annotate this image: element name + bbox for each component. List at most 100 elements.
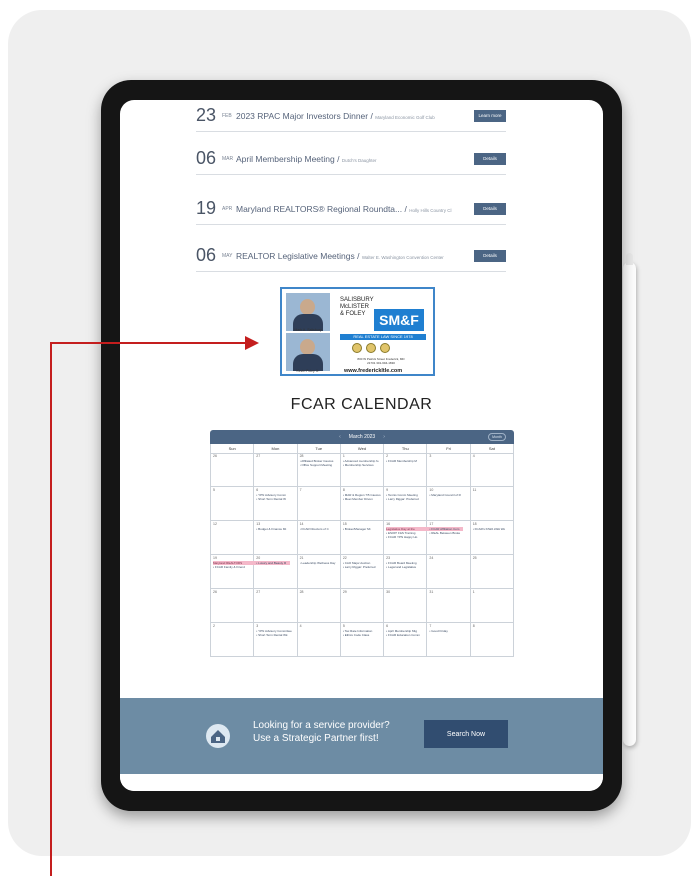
- calendar-day-number: 24: [429, 556, 434, 560]
- calendar-event[interactable]: • Luxury and Beauty R: [256, 561, 294, 565]
- calendar-day-cell[interactable]: 27: [254, 589, 298, 623]
- calendar-event[interactable]: • Meet Member Driven: [343, 497, 381, 501]
- event-title[interactable]: Maryland REALTORS® Regional Roundta... /…: [236, 204, 474, 214]
- calendar-day-cell[interactable]: 28: [297, 589, 341, 623]
- calendar-day-number: 1: [472, 590, 475, 594]
- prev-month-button[interactable]: ‹: [339, 434, 341, 440]
- calendar-day-cell[interactable]: 2 • FCAR Membership M: [384, 453, 428, 487]
- calendar-event[interactable]: • FCAR Family & Friend: [213, 565, 251, 569]
- calendar-day-cell[interactable]: 11: [470, 487, 514, 521]
- calendar-day-cell[interactable]: 7: [297, 487, 341, 521]
- calendar-day-cell[interactable]: 7 • Good Friday: [427, 623, 471, 657]
- calendar-day-cell[interactable]: 4: [297, 623, 341, 657]
- calendar-day-cell[interactable]: 19 Maryland REALTORS • FCAR Family & Frien…: [211, 555, 290, 589]
- calendar-day-cell[interactable]: 26: [211, 589, 255, 623]
- photo-face: [300, 299, 315, 315]
- calendar-day-number: 30: [386, 590, 391, 594]
- event-row[interactable]: 06 MAR April Membership Meeting / Dutch'…: [196, 143, 506, 175]
- calendar-event[interactable]: • Short Term Rental W: [256, 497, 294, 501]
- event-month: APR: [222, 205, 233, 212]
- calendar-event[interactable]: • FCAR YPN Happy Ho: [386, 535, 424, 539]
- calendar-event[interactable]: • Broker/Manager Mt: [343, 527, 381, 531]
- calendar-day-cell[interactable]: 3 • YPN Advisory Committee • Short Term Re…: [254, 623, 298, 657]
- calendar-event[interactable]: • Good Friday: [429, 629, 467, 633]
- event-row[interactable]: 19 APR Maryland REALTORS® Regional Round…: [196, 193, 506, 225]
- calendar-day-cell[interactable]: 6 • YPN Advisory Comm • Short Term Rental …: [254, 487, 298, 521]
- calendar-day-cell[interactable]: 31: [427, 589, 471, 623]
- calendar-day-number: 3: [429, 454, 432, 458]
- calendar-day-cell[interactable]: 5: [211, 487, 255, 521]
- calendar-event[interactable]: • Larry Riggar: Preferred: [386, 497, 424, 501]
- calendar-day-cell[interactable]: 25: [470, 555, 514, 589]
- calendar-event[interactable]: • REAL Between Broke: [429, 531, 467, 535]
- calendar-day-cell[interactable]: 24: [427, 555, 471, 589]
- event-details-button[interactable]: Details: [474, 152, 506, 165]
- calendar-view-toggle[interactable]: Month: [488, 433, 506, 441]
- calendar-day-cell[interactable]: 9 • Tennis Comm Meeting • Larry Riggar: Pr…: [384, 487, 428, 521]
- calendar-day-cell[interactable]: 12: [211, 521, 255, 555]
- calendar-day-cell[interactable]: 8: [470, 623, 514, 657]
- event-details-button[interactable]: Learn more: [474, 109, 506, 122]
- calendar-day-cell[interactable]: 18 • FCAR's KIWA LWA Wo: [470, 521, 514, 555]
- calendar-day-cell[interactable]: 26: [211, 453, 255, 487]
- award-seal-icon: [352, 343, 362, 353]
- calendar-day-cell[interactable]: 1: [470, 589, 514, 623]
- calendar-day-cell[interactable]: 20 • Luxury and Beauty R: [254, 555, 298, 589]
- calendar-event[interactable]: • Membership Services: [343, 463, 381, 467]
- calendar-day-cell[interactable]: 4: [470, 453, 514, 487]
- calendar-day-cell[interactable]: 17 • FCAR Affiliation Com • REAL Between B…: [427, 521, 471, 555]
- calendar-day-cell[interactable]: 23 • FCAR Board Meeting • Legal and Legisl…: [384, 555, 428, 589]
- calendar-event[interactable]: • Maryland Council of R: [429, 493, 467, 497]
- calendar-event[interactable]: • FCAR Membership M: [386, 459, 424, 463]
- calendar-day-cell[interactable]: 10 • Maryland Council of R: [427, 487, 471, 521]
- search-now-button[interactable]: Search Now: [424, 720, 508, 748]
- calendar-day-cell[interactable]: 21 • Leadership Wellness Day: [297, 555, 341, 589]
- calendar-event[interactable]: • Office Support Meeting: [300, 463, 338, 467]
- banner-line: Looking for a service provider?: [253, 720, 390, 731]
- event-title[interactable]: April Membership Meeting / Dutch's Daugh…: [236, 154, 474, 164]
- attorney-photo: [286, 333, 330, 371]
- calendar-day-cell[interactable]: 6 • April Membership Mtg • FCAR Education …: [384, 623, 428, 657]
- event-title-text: 2023 RPAC Major Investors Dinner: [236, 110, 369, 121]
- next-month-button[interactable]: ›: [383, 434, 385, 440]
- event-title-text: REALTOR Legislative Meetings: [236, 250, 355, 261]
- calendar-day-cell[interactable]: 5 • Tax Rate Information • Ethics Code Cla…: [340, 623, 385, 657]
- calendar-day-cell[interactable]: 15 • Broker/Manager Mt: [340, 521, 385, 555]
- calendar-day-number: 25: [472, 556, 477, 560]
- calendar-day-cell[interactable]: 27: [254, 453, 298, 487]
- event-location: Holly Hills Country Cl: [409, 207, 452, 213]
- event-row[interactable]: 23 FEB 2023 RPAC Major Investors Dinner …: [196, 100, 506, 132]
- calendar-event[interactable]: • Larry Riggar: Preferred: [343, 565, 381, 569]
- firm-url[interactable]: www.frederickltle.com: [344, 368, 402, 374]
- calendar-day-cell[interactable]: 1 • Advanced membership fo • Membership Se…: [340, 453, 385, 487]
- calendar-event[interactable]: • Short Term Rental Wk: [256, 633, 294, 637]
- calendar-day-cell[interactable]: 8 • MAR & Region 7/5 Caucus • Meet Member …: [340, 487, 385, 521]
- event-details-button[interactable]: Details: [474, 249, 506, 262]
- calendar-event[interactable]: • FCAR's KIWA LWA Wo: [473, 527, 511, 531]
- page-footer: [120, 774, 603, 791]
- calendar-day-cell[interactable]: 13 • Budget & Finance Mt: [254, 521, 298, 555]
- event-title[interactable]: 2023 RPAC Major Investors Dinner / Maryl…: [236, 111, 474, 121]
- calendar-day-cell[interactable]: 3: [427, 453, 471, 487]
- calendar-day-cell[interactable]: 22 • CAO Major Auction • Larry Riggar: Pre…: [340, 555, 385, 589]
- calendar-day-cell[interactable]: 2: [211, 623, 255, 657]
- calendar-day-cell[interactable]: 29: [340, 589, 385, 623]
- calendar-day-cell[interactable]: 14 • FCAR Directors of C: [297, 521, 341, 555]
- strategic-partner-banner: Looking for a service provider? Use a St…: [120, 698, 603, 774]
- event-day: 06: [196, 148, 217, 168]
- calendar-day-number: 8: [472, 624, 475, 628]
- calendar-day-cell[interactable]: 30: [384, 589, 428, 623]
- calendar-event[interactable]: • Legal and Legislative: [386, 565, 424, 569]
- calendar-event[interactable]: • Budget & Finance Mt: [256, 527, 294, 531]
- calendar-day-cell[interactable]: 16 Legislative Day at the • ESOP! F&S Trai…: [384, 521, 463, 555]
- calendar-event[interactable]: • Ethics Code Class: [343, 633, 381, 637]
- calendar-event[interactable]: • FCAR Directors of C: [300, 527, 338, 531]
- event-details-button[interactable]: Details: [474, 202, 506, 215]
- event-row[interactable]: 06 MAY REALTOR Legislative Meetings / Wa…: [196, 240, 506, 272]
- calendar-day-cell[interactable]: 28 • Affiliated Broker Caucus • Office Sup…: [297, 453, 341, 487]
- event-title[interactable]: REALTOR Legislative Meetings / Walter E.…: [236, 251, 474, 261]
- calendar-event[interactable]: • Leadership Wellness Day: [300, 561, 338, 565]
- calendar-event[interactable]: • FCAR Education Comm: [386, 633, 424, 637]
- sponsor-ad-banner[interactable]: Mark A. Salisbury Kevin Foley Jr. SALISB…: [280, 287, 435, 376]
- firm-name: SALISBURY McLISTER & FOLEY: [340, 297, 374, 318]
